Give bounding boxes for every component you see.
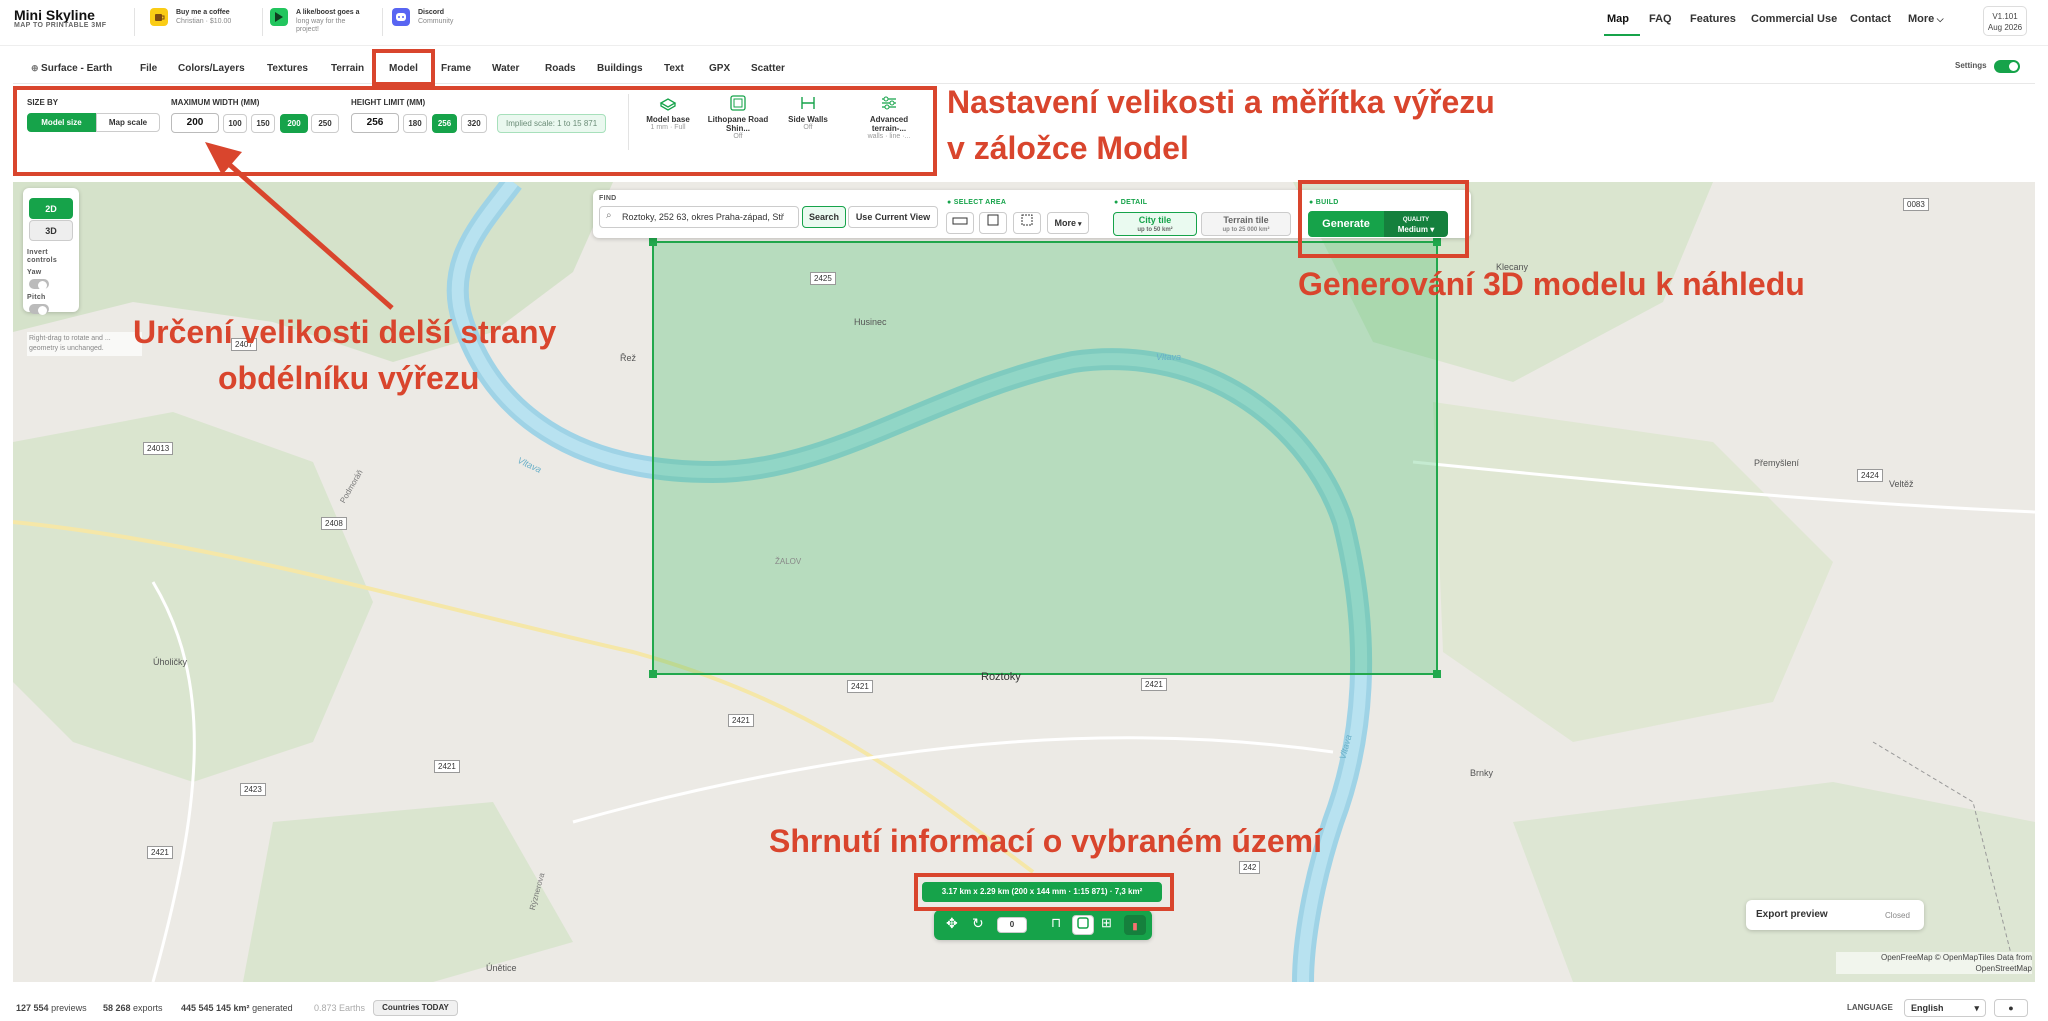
language-select[interactable]: English ▾ — [1904, 999, 1986, 1017]
annotation-model-tab: Nastavení velikosti a měřítka výřezu — [947, 84, 1495, 120]
previews-label: previews — [51, 1003, 87, 1013]
exports-label: exports — [133, 1003, 163, 1013]
area-value: 445 545 145 km² — [181, 1003, 250, 1013]
theme-toggle[interactable]: ● — [1994, 999, 2028, 1017]
previews-value: 127 554 — [16, 1003, 49, 1013]
language-value: English — [1911, 1003, 1944, 1013]
annotation-generate: Generování 3D modelu k náhledu — [1298, 266, 1805, 302]
annotation-width: Určení velikosti delší strany — [133, 314, 557, 350]
chevron-down-icon: ▾ — [1974, 1003, 1979, 1013]
area-stat: 445 545 145 km² generated — [181, 1003, 293, 1013]
language-label: LANGUAGE — [1847, 1003, 1893, 1012]
previews-stat: 127 554 previews — [16, 1003, 87, 1013]
earths-stat: 0.873 Earths — [314, 1003, 366, 1013]
exports-value: 58 268 — [103, 1003, 131, 1013]
annotation-width-line2: obdélníku výřezu — [218, 360, 480, 396]
area-label: generated — [252, 1003, 293, 1013]
annotation-model-tab-line2: v záložce Model — [947, 130, 1189, 166]
countries-today-button[interactable]: Countries TODAY — [373, 1000, 458, 1016]
exports-stat: 58 268 exports — [103, 1003, 163, 1013]
footer: 127 554 previews 58 268 exports 445 545 … — [0, 994, 2048, 1021]
sun-icon: ● — [2008, 1003, 2014, 1013]
annotation-summary: Shrnutí informací o vybraném území — [769, 823, 1322, 859]
